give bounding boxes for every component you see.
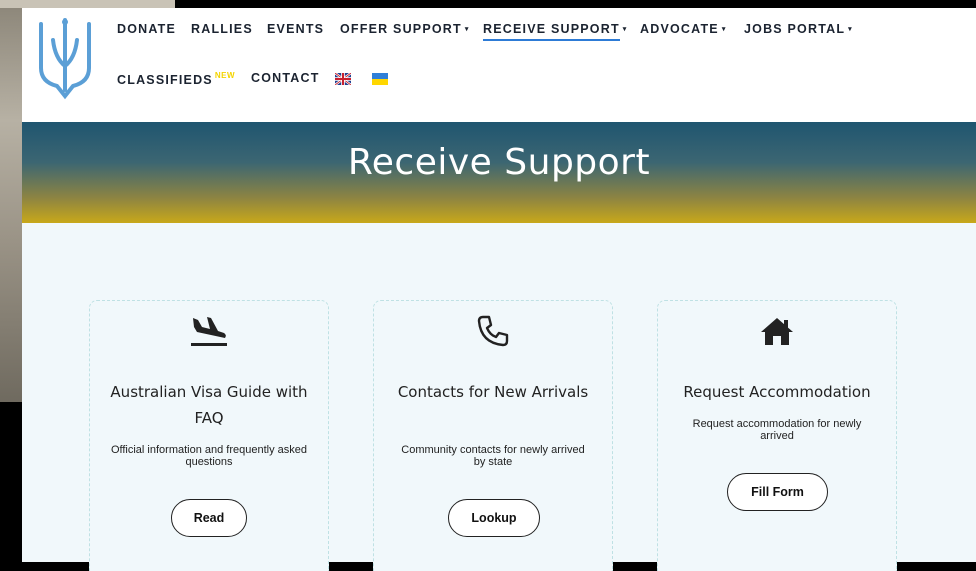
nav-rallies[interactable]: RALLIES bbox=[191, 22, 253, 36]
chevron-down-icon: ▾ bbox=[721, 26, 727, 33]
nav-receive-support[interactable]: RECEIVE SUPPORT ▾ bbox=[483, 22, 628, 36]
page-title: Receive Support bbox=[347, 142, 651, 183]
plane-landing-icon bbox=[191, 317, 227, 346]
new-badge: NEW bbox=[214, 71, 236, 80]
card-title: Australian Visa Guide with FAQ bbox=[110, 383, 308, 427]
nav-advocate[interactable]: ADVOCATE ▾ bbox=[640, 22, 727, 36]
nav-classifieds-label: CLASSIFIEDS bbox=[117, 73, 213, 87]
card-description: Official information and frequently aske… bbox=[110, 444, 308, 468]
nav-jobs-portal-label: JOBS PORTAL bbox=[744, 22, 846, 36]
page: DONATE RALLIES EVENTS OFFER SUPPORT ▾ REC… bbox=[22, 8, 976, 571]
nav-classifieds[interactable]: CLASSIFIEDS NEW bbox=[117, 71, 235, 87]
phone-icon bbox=[477, 315, 509, 347]
nav-donate[interactable]: DONATE bbox=[117, 22, 176, 36]
card-description: Community contacts for newly arrived by … bbox=[401, 444, 585, 468]
nav-offer-support-label: OFFER SUPPORT bbox=[340, 22, 462, 36]
trident-logo-icon[interactable] bbox=[35, 16, 95, 106]
nav-offer-support[interactable]: OFFER SUPPORT ▾ bbox=[340, 22, 470, 36]
chevron-down-icon: ▾ bbox=[464, 26, 470, 33]
nav-contact[interactable]: CONTACT bbox=[251, 71, 320, 85]
navbar: DONATE RALLIES EVENTS OFFER SUPPORT ▾ REC… bbox=[22, 8, 976, 122]
card-title: Contacts for New Arrivals bbox=[397, 383, 589, 401]
card-visa-guide: Australian Visa Guide with FAQ Official … bbox=[89, 300, 329, 571]
hero-banner: Receive Support bbox=[22, 122, 976, 223]
background-photo bbox=[0, 0, 24, 402]
nav-jobs-portal[interactable]: JOBS PORTAL ▾ bbox=[744, 22, 853, 36]
card-description: Request accommodation for newly arrived bbox=[692, 418, 862, 442]
active-nav-underline bbox=[483, 39, 620, 41]
card-accommodation: Request Accommodation Request accommodat… bbox=[657, 300, 897, 571]
read-button[interactable]: Read bbox=[171, 499, 247, 537]
ukraine-flag-icon[interactable] bbox=[372, 73, 388, 85]
nav-events[interactable]: EVENTS bbox=[267, 22, 324, 36]
chevron-down-icon: ▾ bbox=[848, 26, 853, 33]
card-title: Request Accommodation bbox=[683, 383, 871, 401]
lookup-button[interactable]: Lookup bbox=[448, 499, 540, 537]
home-icon bbox=[761, 318, 793, 345]
nav-receive-support-label: RECEIVE SUPPORT bbox=[483, 22, 620, 36]
fill-form-button[interactable]: Fill Form bbox=[727, 473, 828, 511]
background-photo-strip bbox=[0, 0, 175, 8]
nav-advocate-label: ADVOCATE bbox=[640, 22, 719, 36]
card-contacts: Contacts for New Arrivals Community cont… bbox=[373, 300, 613, 571]
chevron-down-icon: ▾ bbox=[622, 26, 628, 33]
uk-flag-icon[interactable] bbox=[335, 73, 351, 85]
